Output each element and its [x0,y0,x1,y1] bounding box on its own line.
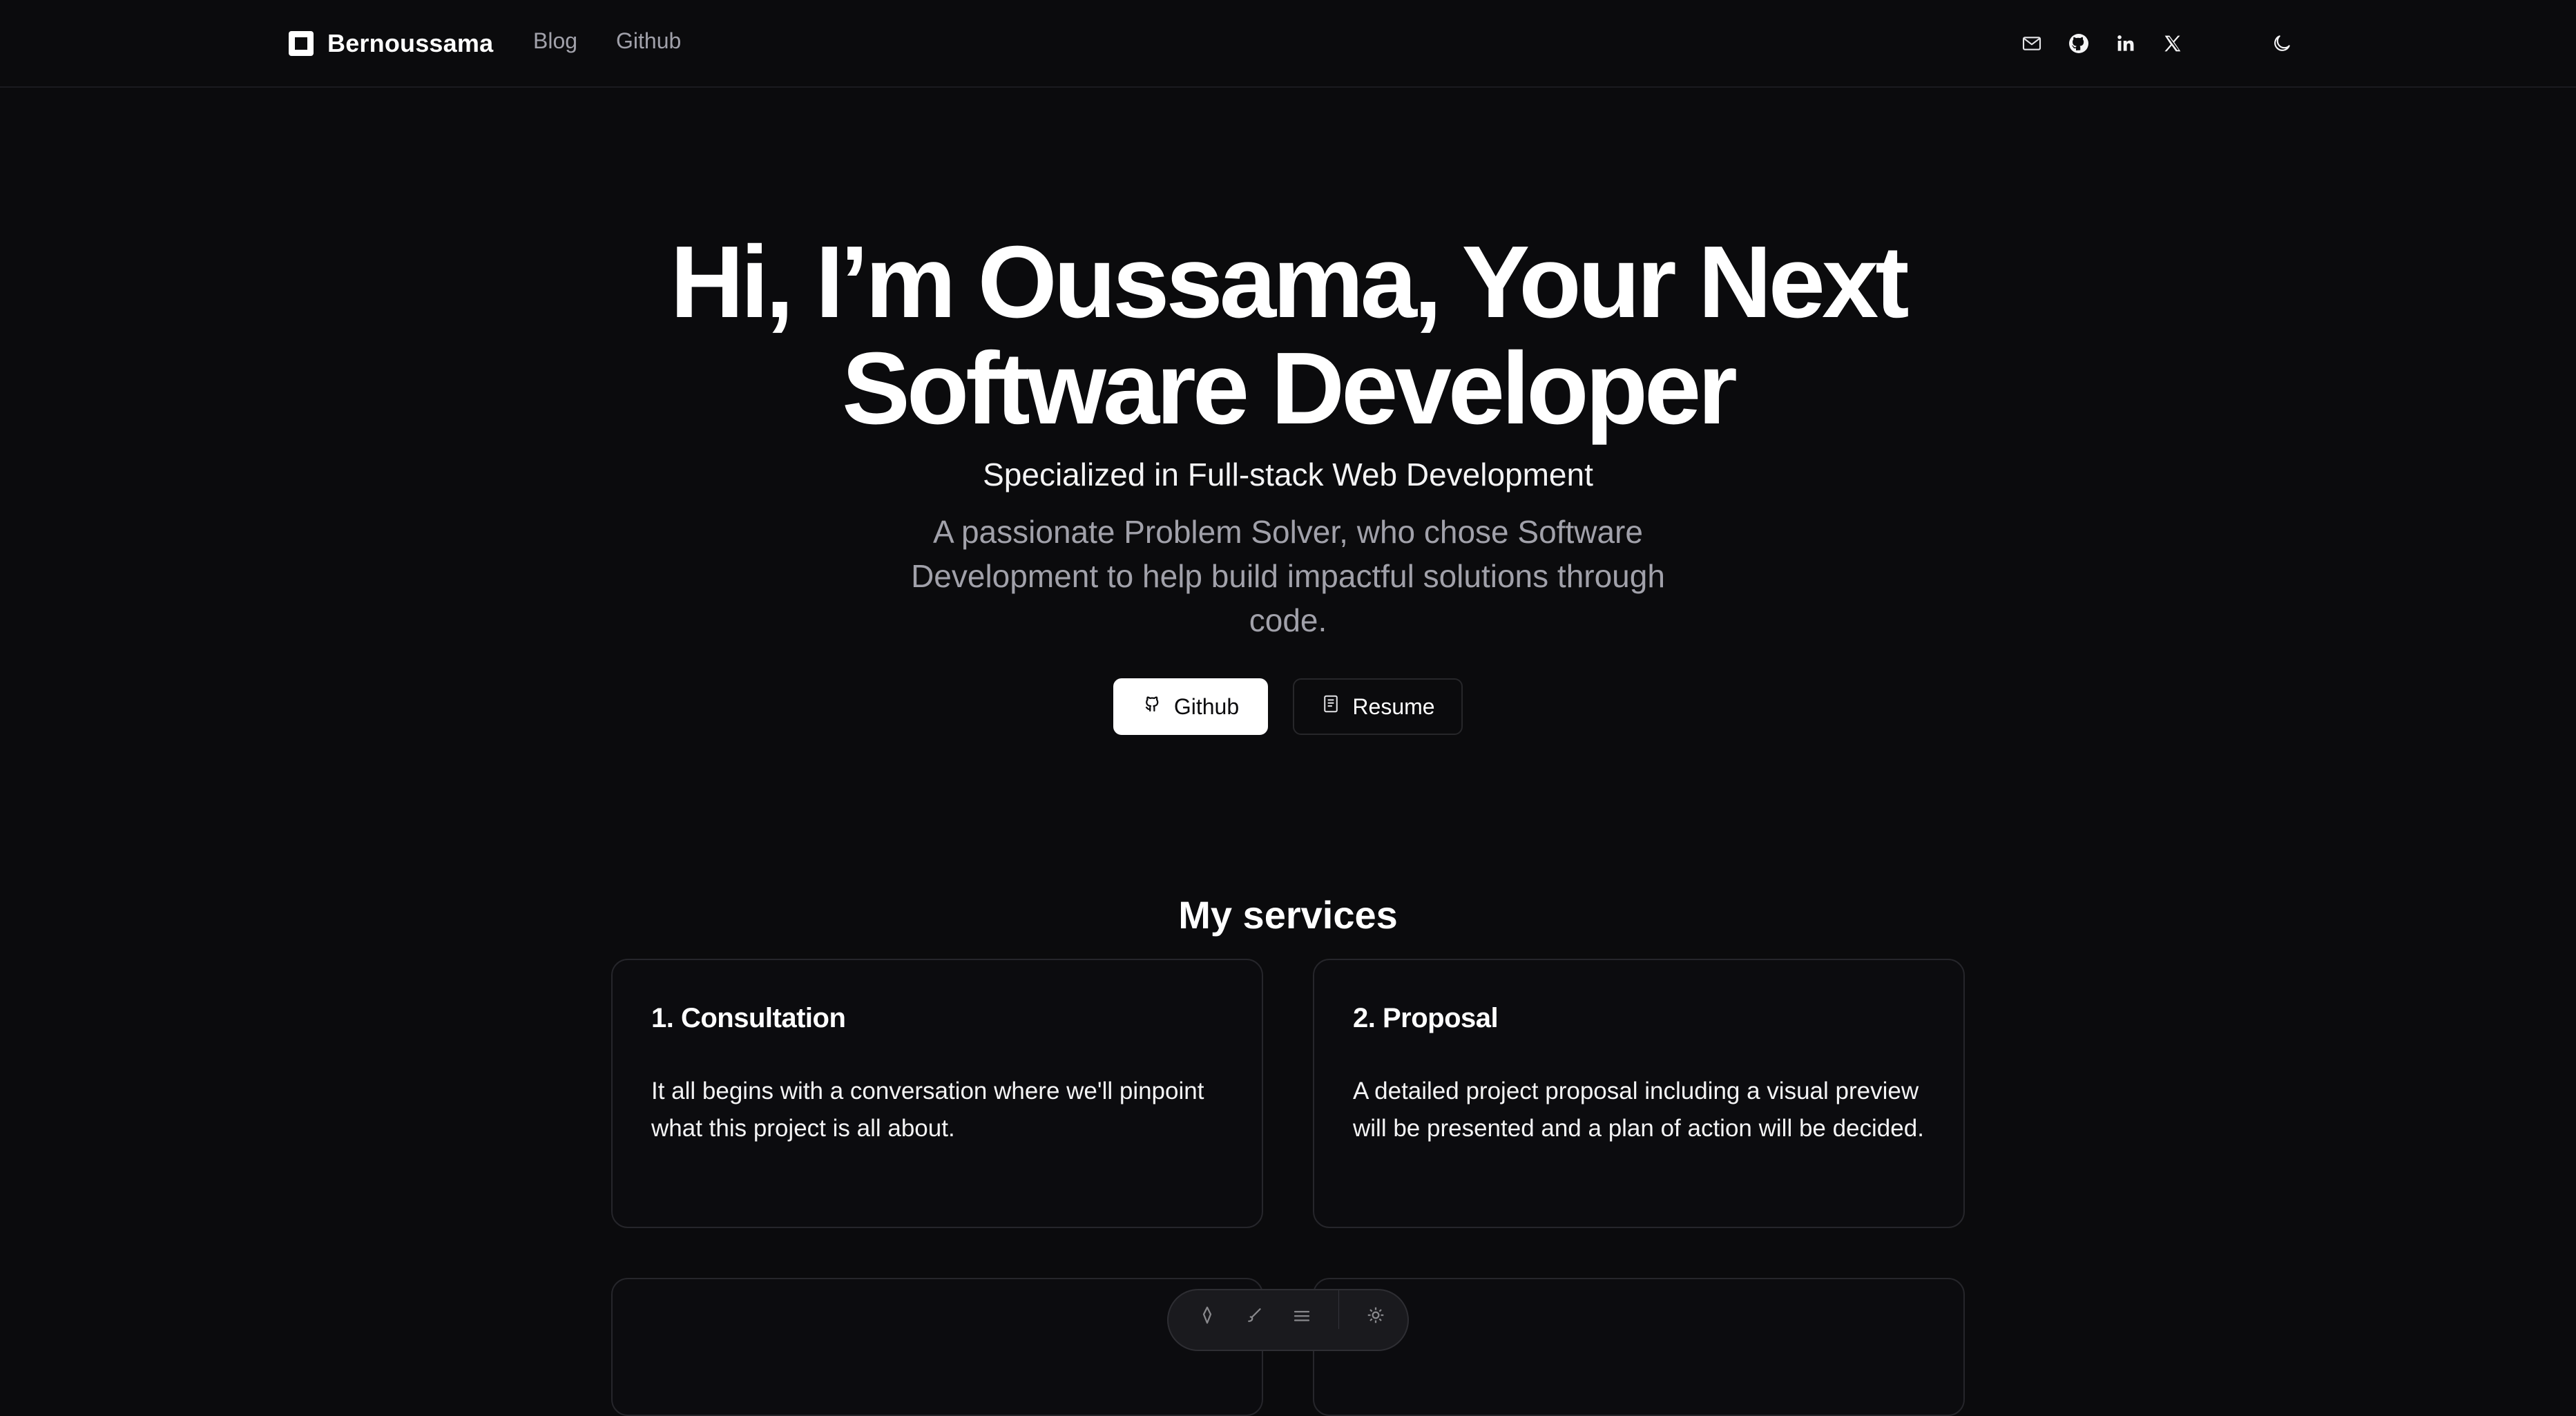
linkedin-icon[interactable] [2111,29,2140,58]
hero-title-line2: Software Developer [842,332,1738,446]
github-button-label: Github [1173,693,1240,719]
hero-description-line1: A passionate Problem Solver, who chose S… [933,514,1643,550]
service-card-partial [611,1278,1263,1416]
document-icon [1320,693,1341,720]
service-card-title: 1. Consultation [651,1003,846,1033]
hero-description-line3: code. [1249,602,1327,638]
service-card-body: A detailed project proposal including a … [1353,1078,1924,1142]
hero-description-line2: Development to help build impactful solu… [911,558,1665,594]
nav-link-github[interactable]: Github [616,28,681,54]
brand-name: Bernoussama [327,29,494,57]
service-card-title: 2. Proposal [1353,1003,1499,1033]
x-icon[interactable] [2158,29,2187,58]
brush-icon[interactable] [1244,1303,1267,1328]
github-icon[interactable] [2064,29,2093,58]
floating-toolbar [1167,1289,1409,1351]
service-card-consultation: 1. Consultation It all begins with a con… [611,959,1263,1228]
toolbar-divider [1338,1290,1340,1329]
theme-toggle-moon-icon[interactable] [2267,29,2296,58]
services-title: My services [1178,893,1398,937]
layers-icon[interactable] [1291,1303,1314,1328]
github-outline-icon [1142,693,1163,720]
hero-title: Hi, I’m Oussama, Your Next Software Deve… [0,229,2576,442]
top-navbar: Bernoussama Blog Github [0,0,2576,88]
hero-subtitle: Specialized in Full-stack Web Developmen… [983,457,1593,492]
resume-button-label: Resume [1352,693,1435,719]
hero-description: A passionate Problem Solver, who chose S… [884,510,1692,642]
social-links [2017,29,2296,58]
service-card-proposal: 2. Proposal A detailed project proposal … [1313,959,1965,1228]
github-button[interactable]: Github [1113,678,1268,735]
mail-icon[interactable] [2017,29,2046,58]
resume-button[interactable]: Resume [1293,678,1463,735]
service-card-body: It all begins with a conversation where … [651,1078,1204,1142]
pen-icon[interactable] [1196,1303,1219,1328]
hero-title-line1: Hi, I’m Oussama, Your Next [670,225,1909,339]
brand-link[interactable]: Bernoussama [289,28,493,59]
settings-icon[interactable] [1364,1303,1387,1328]
brand-logo-icon [289,31,314,56]
nav-link-blog[interactable]: Blog [533,28,577,54]
service-card-partial [1313,1278,1965,1416]
